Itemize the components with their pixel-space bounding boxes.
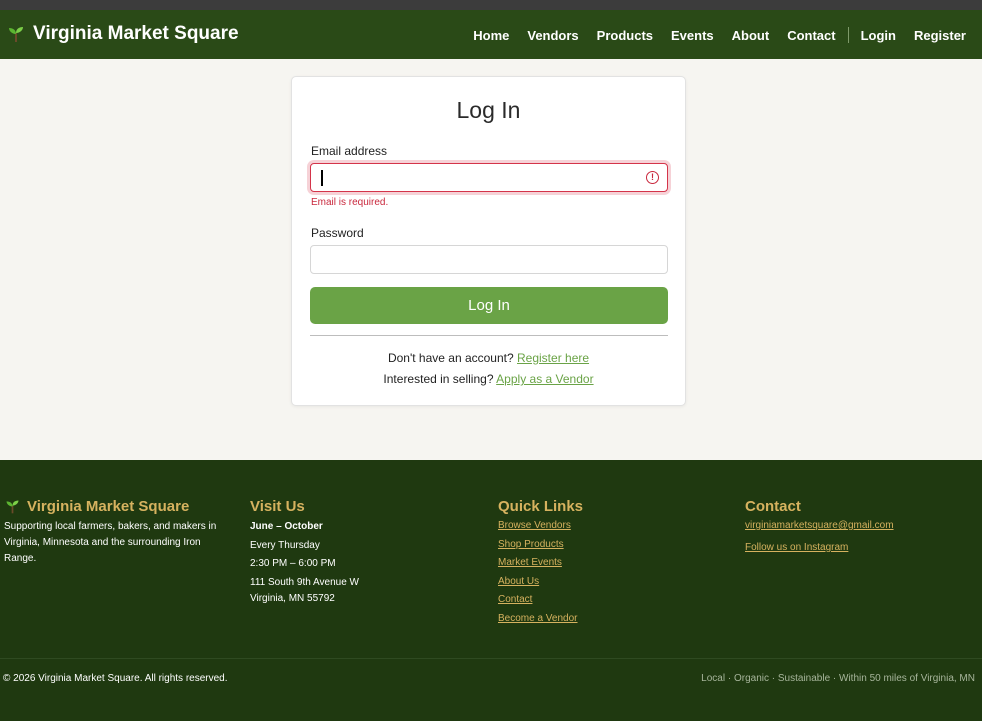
footer-tagline: Local · Organic · Sustainable · Within 5… — [701, 673, 975, 684]
register-line: Don't have an account? Register here — [292, 351, 685, 365]
nav-register[interactable]: Register — [914, 28, 966, 43]
quick-link-contact[interactable]: Contact — [498, 591, 718, 610]
register-link[interactable]: Register here — [517, 351, 589, 365]
password-label: Password — [311, 226, 364, 240]
footer-contact: Contact virginiamarketsquare@gmail.com F… — [745, 497, 975, 557]
contact-links: virginiamarketsquare@gmail.com Follow us… — [745, 517, 975, 557]
visit-heading: Visit Us — [250, 498, 305, 515]
brand-link[interactable]: Virginia Market Square — [6, 23, 239, 45]
quick-link-become-vendor[interactable]: Become a Vendor — [498, 610, 718, 629]
footer: Virginia Market Square Supporting local … — [0, 460, 982, 721]
nav-contact[interactable]: Contact — [787, 28, 835, 43]
instagram-link[interactable]: Follow us on Instagram — [745, 539, 975, 558]
nav-vendors[interactable]: Vendors — [527, 28, 578, 43]
copyright: © 2026 Virginia Market Square. All right… — [3, 673, 228, 684]
text-caret — [321, 170, 323, 186]
login-title: Log In — [456, 97, 521, 123]
visit-day: Every Thursday — [250, 540, 320, 551]
nav-events[interactable]: Events — [671, 28, 714, 43]
register-prompt: Don't have an account? — [387, 351, 514, 365]
footer-brand-name: Virginia Market Square — [27, 498, 190, 515]
vendor-prompt: Interested in selling? — [383, 372, 494, 386]
sprout-icon — [9, 27, 23, 42]
visit-street: 111 South 9th Avenue W — [250, 577, 359, 588]
footer-about: Virginia Market Square Supporting local … — [4, 497, 229, 567]
nav-about[interactable]: About — [732, 28, 770, 43]
footer-brand: Virginia Market Square — [4, 497, 229, 516]
password-field[interactable] — [310, 245, 668, 274]
footer-divider — [0, 658, 982, 659]
email-error-message: Email is required. — [311, 197, 389, 208]
nav-links: Home Vendors Products Events About Conta… — [473, 27, 966, 43]
footer-about-text: Supporting local farmers, bakers, and ma… — [4, 521, 217, 564]
card-divider — [310, 335, 668, 336]
nav-login[interactable]: Login — [861, 28, 896, 43]
visit-city: Virginia, MN 55792 — [250, 593, 335, 604]
navbar: Virginia Market Square Home Vendors Prod… — [0, 10, 982, 59]
footer-visit: Visit Us June – October Every Thursday 2… — [250, 497, 470, 607]
quick-link-shop-products[interactable]: Shop Products — [498, 536, 718, 555]
login-button[interactable]: Log In — [310, 287, 668, 324]
nav-home[interactable]: Home — [473, 28, 509, 43]
quick-links-list: Browse Vendors Shop Products Market Even… — [498, 517, 718, 629]
quick-link-market-events[interactable]: Market Events — [498, 554, 718, 573]
quick-link-browse-vendors[interactable]: Browse Vendors — [498, 517, 718, 536]
quick-link-about-us[interactable]: About Us — [498, 573, 718, 592]
brand-name: Virginia Market Square — [33, 23, 239, 44]
footer-quick-links: Quick Links Browse Vendors Shop Products… — [498, 497, 718, 629]
error-icon: ! — [646, 171, 659, 184]
login-card: Log In Email address ! Email is required… — [291, 76, 686, 406]
email-label: Email address — [311, 144, 388, 158]
visit-season: June – October — [250, 521, 323, 532]
vendor-line: Interested in selling? Apply as a Vendor — [292, 372, 685, 386]
contact-heading: Contact — [745, 498, 801, 515]
sprout-icon — [6, 500, 19, 514]
nav-products[interactable]: Products — [597, 28, 653, 43]
contact-email-link[interactable]: virginiamarketsquare@gmail.com — [745, 517, 975, 536]
quick-links-heading: Quick Links — [498, 498, 584, 515]
email-field[interactable]: ! — [310, 163, 668, 192]
nav-separator — [847, 27, 849, 43]
vendor-apply-link[interactable]: Apply as a Vendor — [496, 372, 593, 386]
browser-top-strip — [0, 0, 982, 10]
visit-hours: 2:30 PM – 6:00 PM — [250, 558, 336, 569]
